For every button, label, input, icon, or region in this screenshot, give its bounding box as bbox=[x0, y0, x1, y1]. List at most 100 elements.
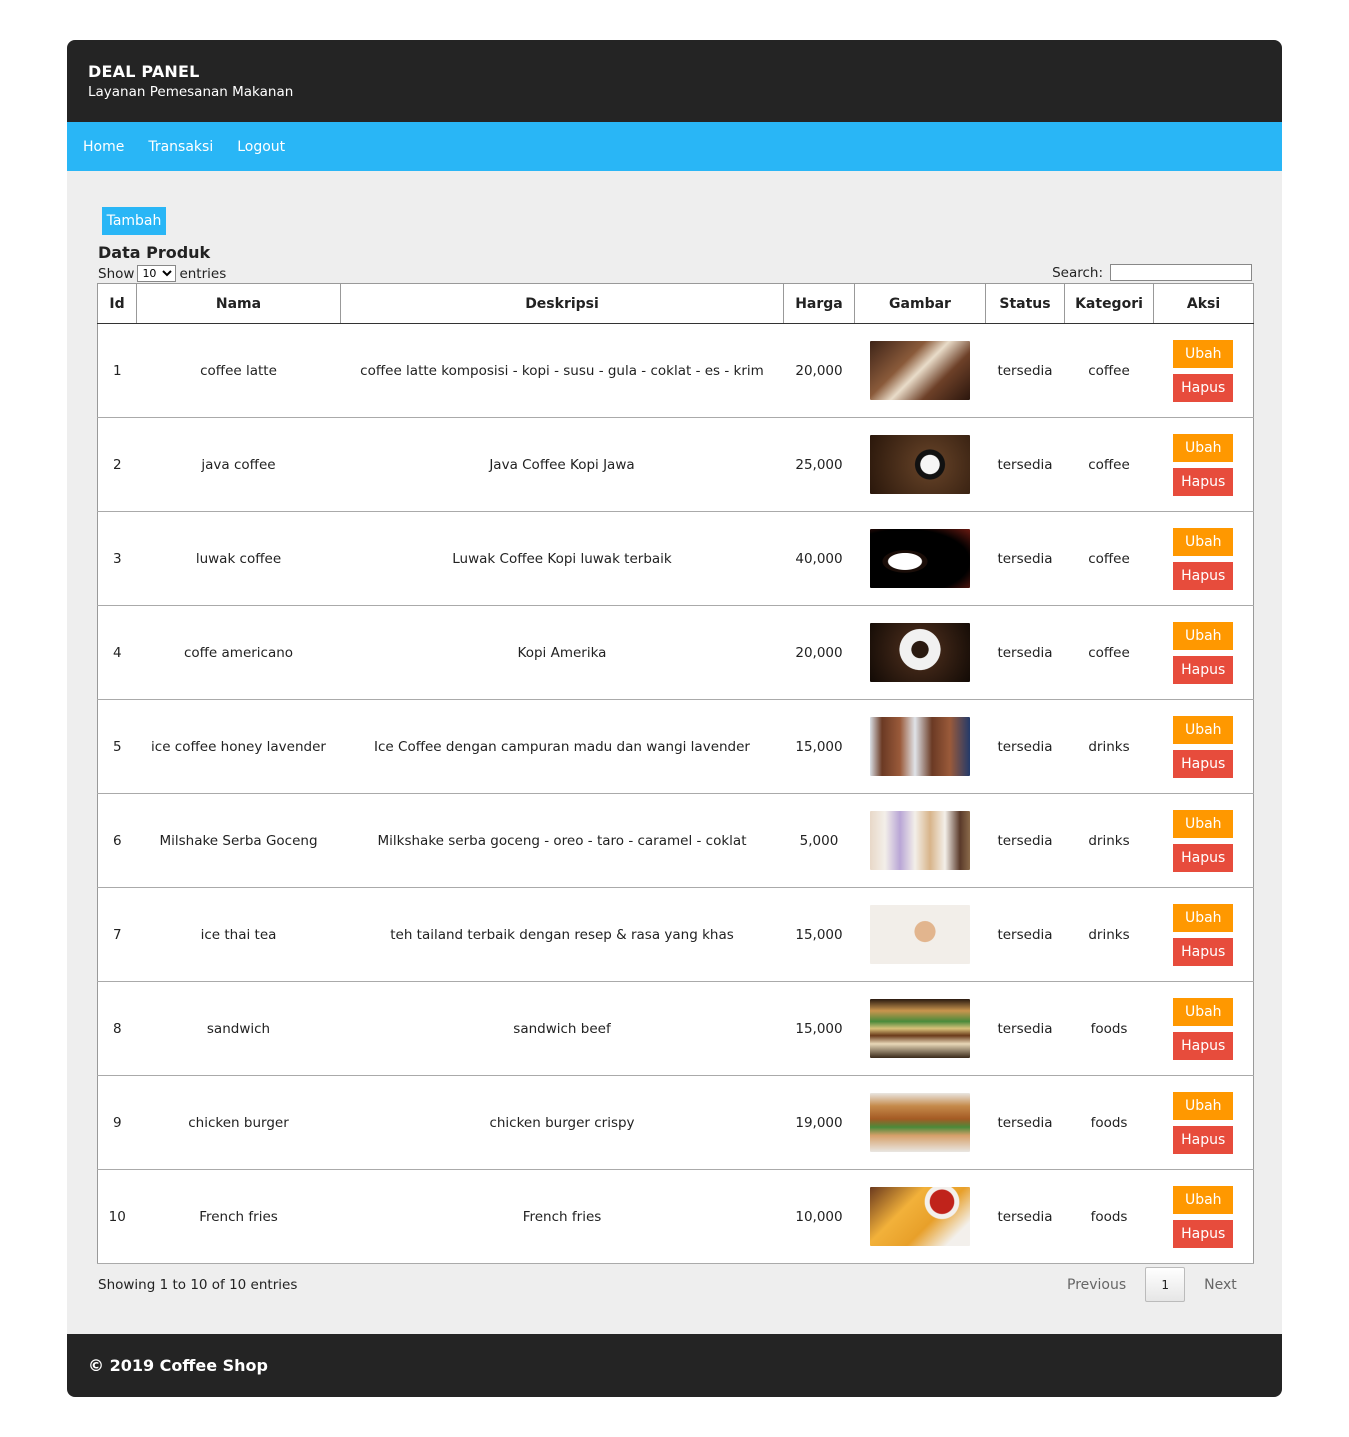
cell-gambar bbox=[854, 417, 986, 512]
cell-nama: chicken burger bbox=[136, 1075, 341, 1170]
column-header-nama[interactable]: Nama bbox=[136, 283, 341, 324]
delete-button[interactable]: Hapus bbox=[1173, 937, 1234, 966]
delete-button[interactable]: Hapus bbox=[1173, 749, 1234, 778]
column-header-kategori[interactable]: Kategori bbox=[1064, 283, 1154, 324]
table-row: 5 ice coffee honey lavender Ice Coffee den… bbox=[97, 699, 1254, 794]
black-coffee-cup-image bbox=[870, 529, 970, 588]
cell-kategori: foods bbox=[1064, 981, 1154, 1076]
table-row: 7 ice thai tea teh tailand terbaik dengan … bbox=[97, 887, 1254, 982]
cell-deskripsi: teh tailand terbaik dengan resep & rasa … bbox=[340, 887, 784, 982]
edit-button[interactable]: Ubah bbox=[1173, 809, 1234, 838]
edit-button[interactable]: Ubah bbox=[1173, 715, 1234, 744]
previous-page-button[interactable]: Previous bbox=[1067, 1277, 1126, 1293]
cell-harga: 5,000 bbox=[783, 793, 855, 888]
column-header-aksi[interactable]: Aksi bbox=[1153, 283, 1254, 324]
cell-kategori: drinks bbox=[1064, 793, 1154, 888]
edit-button[interactable]: Ubah bbox=[1173, 1091, 1234, 1120]
nav-home[interactable]: Home bbox=[83, 139, 124, 155]
cell-status: tersedia bbox=[985, 417, 1065, 512]
cell-status: tersedia bbox=[985, 511, 1065, 606]
delete-button[interactable]: Hapus bbox=[1173, 561, 1234, 590]
cell-harga: 15,000 bbox=[783, 699, 855, 794]
edit-button[interactable]: Ubah bbox=[1173, 339, 1234, 368]
cell-gambar bbox=[854, 323, 986, 418]
entries-select[interactable]: 10 bbox=[137, 265, 177, 282]
cell-deskripsi: chicken burger crispy bbox=[340, 1075, 784, 1170]
edit-button[interactable]: Ubah bbox=[1173, 433, 1234, 462]
cell-deskripsi: Milkshake serba goceng - oreo - taro - c… bbox=[340, 793, 784, 888]
cell-gambar bbox=[854, 699, 986, 794]
table-info: Showing 1 to 10 of 10 entries bbox=[98, 1277, 298, 1293]
delete-button[interactable]: Hapus bbox=[1173, 467, 1234, 496]
cell-aksi: Ubah Hapus bbox=[1153, 793, 1254, 888]
cell-aksi: Ubah Hapus bbox=[1153, 699, 1254, 794]
cell-harga: 20,000 bbox=[783, 323, 855, 418]
edit-button[interactable]: Ubah bbox=[1173, 997, 1234, 1026]
edit-button[interactable]: Ubah bbox=[1173, 527, 1234, 556]
footer-copyright: © 2019 Coffee Shop bbox=[88, 1356, 268, 1375]
cell-aksi: Ubah Hapus bbox=[1153, 1169, 1254, 1264]
cell-kategori: coffee bbox=[1064, 511, 1154, 606]
cell-status: tersedia bbox=[985, 793, 1065, 888]
thai-tea-glasses-image bbox=[870, 905, 970, 964]
cell-aksi: Ubah Hapus bbox=[1153, 417, 1254, 512]
cell-kategori: coffee bbox=[1064, 417, 1154, 512]
cell-deskripsi: French fries bbox=[340, 1169, 784, 1264]
cell-status: tersedia bbox=[985, 699, 1065, 794]
page-title: Data Produk bbox=[98, 243, 211, 262]
footer: © 2019 Coffee Shop bbox=[67, 1334, 1282, 1397]
search-control: Search: bbox=[1052, 264, 1252, 281]
cell-nama: luwak coffee bbox=[136, 511, 341, 606]
search-input[interactable] bbox=[1110, 264, 1252, 281]
cell-id: 3 bbox=[97, 511, 137, 606]
column-header-deskripsi[interactable]: Deskripsi bbox=[340, 283, 784, 324]
nav-bar: Home Transaksi Logout bbox=[67, 122, 1282, 171]
add-button[interactable]: Tambah bbox=[102, 207, 166, 235]
cell-aksi: Ubah Hapus bbox=[1153, 1075, 1254, 1170]
edit-button[interactable]: Ubah bbox=[1173, 621, 1234, 650]
delete-button[interactable]: Hapus bbox=[1173, 1031, 1234, 1060]
delete-button[interactable]: Hapus bbox=[1173, 843, 1234, 872]
cell-deskripsi: Java Coffee Kopi Jawa bbox=[340, 417, 784, 512]
cell-id: 7 bbox=[97, 887, 137, 982]
next-page-button[interactable]: Next bbox=[1204, 1277, 1237, 1293]
column-header-harga[interactable]: Harga bbox=[783, 283, 855, 324]
delete-button[interactable]: Hapus bbox=[1173, 1219, 1234, 1248]
nav-transaksi[interactable]: Transaksi bbox=[148, 139, 213, 155]
edit-button[interactable]: Ubah bbox=[1173, 1185, 1234, 1214]
column-header-gambar[interactable]: Gambar bbox=[854, 283, 986, 324]
cell-id: 9 bbox=[97, 1075, 137, 1170]
table-body: 1 coffee latte coffee latte komposisi - ko… bbox=[97, 323, 1254, 1264]
table-row: 4 coffe americano Kopi Amerika 20,000 tersed… bbox=[97, 605, 1254, 700]
pagination: Previous 1 Next bbox=[1053, 1267, 1237, 1302]
delete-button[interactable]: Hapus bbox=[1173, 1125, 1234, 1154]
cell-nama: ice coffee honey lavender bbox=[136, 699, 341, 794]
nav-logout[interactable]: Logout bbox=[237, 139, 285, 155]
cell-harga: 15,000 bbox=[783, 887, 855, 982]
cell-gambar bbox=[854, 1169, 986, 1264]
cell-status: tersedia bbox=[985, 1075, 1065, 1170]
cell-gambar bbox=[854, 1075, 986, 1170]
column-header-id[interactable]: Id bbox=[97, 283, 137, 324]
cell-deskripsi: Kopi Amerika bbox=[340, 605, 784, 700]
delete-button[interactable]: Hapus bbox=[1173, 655, 1234, 684]
edit-button[interactable]: Ubah bbox=[1173, 903, 1234, 932]
table-row: 3 luwak coffee Luwak Coffee Kopi luwak ter… bbox=[97, 511, 1254, 606]
cell-deskripsi: sandwich beef bbox=[340, 981, 784, 1076]
latte-cup-image bbox=[870, 341, 970, 400]
cell-id: 1 bbox=[97, 323, 137, 418]
cell-id: 10 bbox=[97, 1169, 137, 1264]
app-subtitle: Layanan Pemesanan Makanan bbox=[88, 84, 294, 100]
panel: DEAL PANEL Layanan Pemesanan Makanan Hom… bbox=[67, 40, 1282, 1397]
cell-harga: 20,000 bbox=[783, 605, 855, 700]
cell-status: tersedia bbox=[985, 887, 1065, 982]
delete-button[interactable]: Hapus bbox=[1173, 373, 1234, 402]
app-title: DEAL PANEL bbox=[88, 62, 200, 81]
cell-deskripsi: coffee latte komposisi - kopi - susu - g… bbox=[340, 323, 784, 418]
table-row: 9 chicken burger chicken burger crispy 19,0… bbox=[97, 1075, 1254, 1170]
app-header: DEAL PANEL Layanan Pemesanan Makanan bbox=[67, 40, 1282, 122]
cell-nama: coffe americano bbox=[136, 605, 341, 700]
page-1-button[interactable]: 1 bbox=[1145, 1267, 1186, 1302]
column-header-status[interactable]: Status bbox=[985, 283, 1065, 324]
chicken-burger-image bbox=[870, 1093, 970, 1152]
